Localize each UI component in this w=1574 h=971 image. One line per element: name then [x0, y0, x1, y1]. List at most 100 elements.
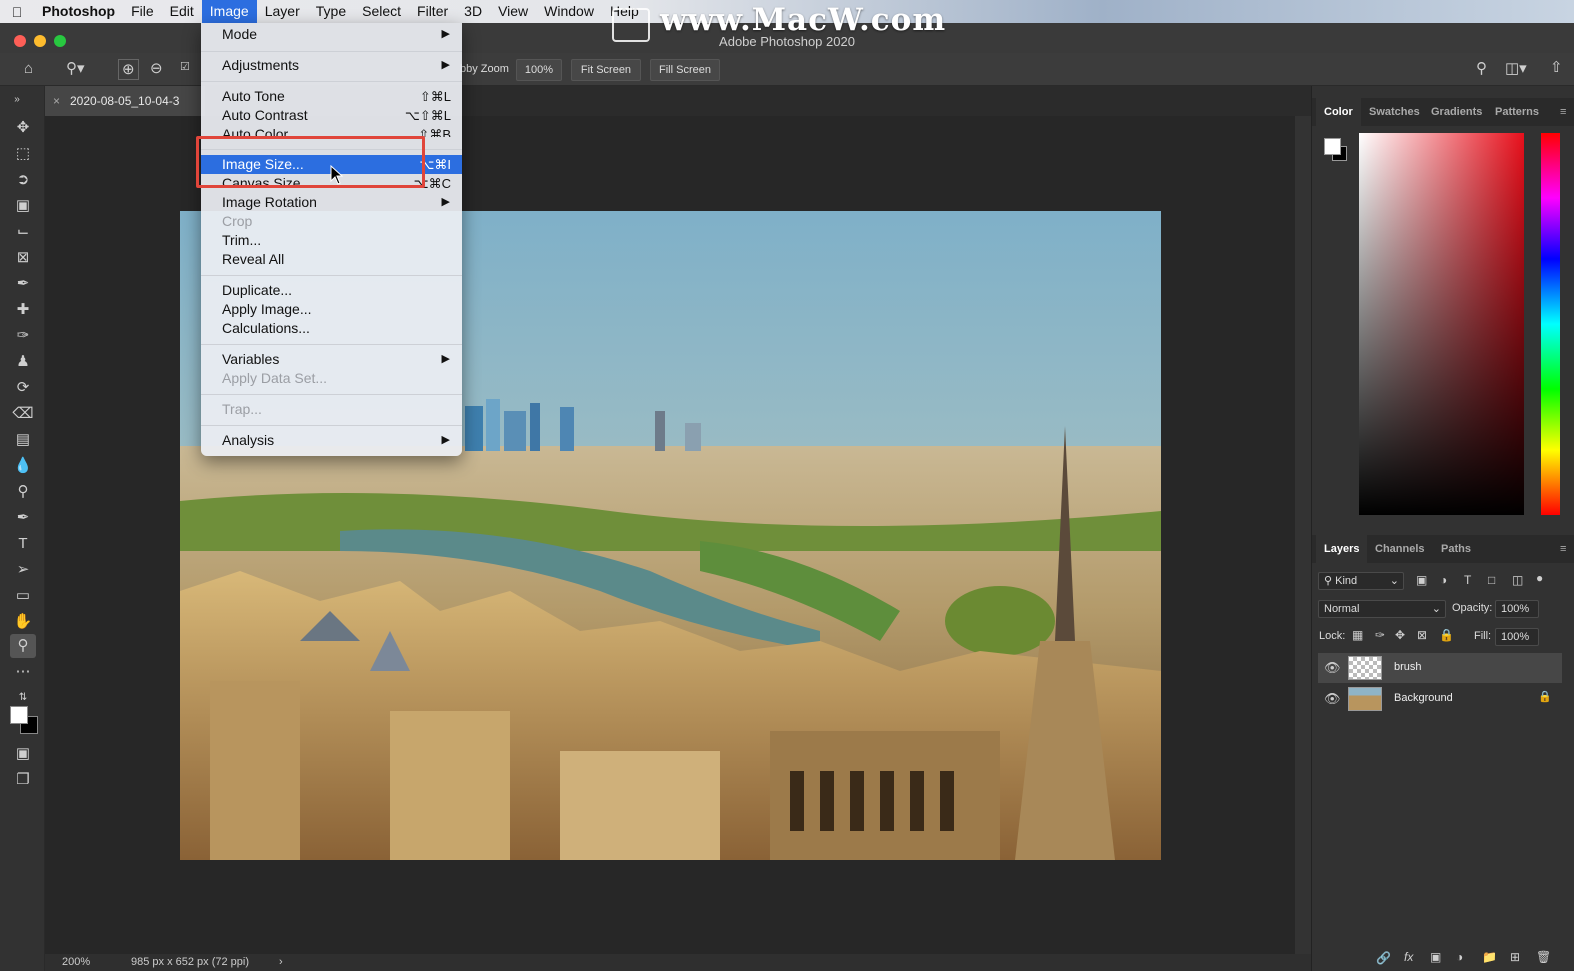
path-selection-tool-icon[interactable]: ➢ [10, 558, 36, 582]
menu-photoshop[interactable]: Photoshop [34, 0, 123, 23]
menu-file[interactable]: File [123, 0, 162, 23]
apple-icon[interactable]:  [0, 4, 34, 20]
panel-foreground-swatch[interactable] [1324, 138, 1341, 155]
hue-slider[interactable] [1541, 133, 1560, 515]
layers-panel-menu-icon[interactable]: ≡ [1560, 535, 1566, 563]
lock-image-icon[interactable]: ✑ [1375, 629, 1385, 641]
menu-type[interactable]: Type [308, 0, 354, 23]
filter-type-icon[interactable]: T [1464, 574, 1471, 586]
zoom-tool-preset-icon[interactable]: ⚲▾ [66, 61, 85, 76]
tab-gradients[interactable]: Gradients [1431, 98, 1482, 126]
fill-input[interactable]: 100% [1495, 628, 1539, 646]
menu-item-duplicate[interactable]: Duplicate... [201, 281, 462, 300]
rectangle-tool-icon[interactable]: ▭ [10, 584, 36, 608]
menu-item-apply-image[interactable]: Apply Image... [201, 300, 462, 319]
brush-tool-icon[interactable]: ✑ [10, 324, 36, 348]
tab-layers[interactable]: Layers [1316, 535, 1368, 563]
menu-edit[interactable]: Edit [162, 0, 202, 23]
type-tool-icon[interactable]: T [10, 532, 36, 556]
menu-item-auto-tone[interactable]: Auto Tone ⇧⌘L [201, 87, 462, 106]
eyedropper-tool-icon[interactable]: ✒ [10, 272, 36, 296]
healing-brush-tool-icon[interactable]: ✚ [10, 298, 36, 322]
blur-tool-icon[interactable]: 💧 [10, 454, 36, 478]
tab-patterns[interactable]: Patterns [1495, 98, 1539, 126]
zoom-tool-icon[interactable]: ⚲ [10, 634, 36, 658]
tab-color[interactable]: Color [1316, 98, 1361, 126]
menu-item-auto-contrast[interactable]: Auto Contrast ⌥⇧⌘L [201, 106, 462, 125]
close-tab-icon[interactable]: × [53, 86, 60, 116]
dodge-tool-icon[interactable]: ⚲ [10, 480, 36, 504]
hand-tool-icon[interactable]: ✋ [10, 610, 36, 634]
tab-channels[interactable]: Channels [1375, 535, 1425, 563]
frame-tool-icon[interactable]: ⊠ [10, 246, 36, 270]
pen-tool-icon[interactable]: ✒ [10, 506, 36, 530]
scrubby-zoom-label[interactable]: bby Zoom [460, 63, 509, 75]
color-field[interactable] [1359, 133, 1524, 515]
menu-layer[interactable]: Layer [257, 0, 308, 23]
visibility-eye-icon[interactable]: 👁 [1324, 691, 1341, 707]
filter-toggle-icon[interactable]: ● [1536, 572, 1543, 584]
quick-mask-icon[interactable]: ▣ [10, 742, 36, 766]
lock-position-icon[interactable]: ✥ [1395, 629, 1405, 641]
adjustment-layer-icon[interactable]: ◑ [1456, 951, 1463, 963]
menu-item-image-rotation[interactable]: Image Rotation ▶ [201, 193, 462, 212]
search-icon[interactable]: ⚲ [1476, 61, 1487, 76]
delete-layer-icon[interactable]: 🗑 [1536, 951, 1551, 963]
menu-item-calculations[interactable]: Calculations... [201, 319, 462, 338]
layer-filter-kind[interactable]: ⚲ Kind ⌄ [1318, 572, 1404, 590]
filter-pixel-icon[interactable]: ▣ [1416, 574, 1427, 586]
document-tab[interactable]: × 2020-08-05_10-04-3 [45, 86, 205, 116]
menu-view[interactable]: View [490, 0, 536, 23]
menu-item-mode[interactable]: Mode ▶ [201, 25, 462, 44]
menu-item-reveal-all[interactable]: Reveal All [201, 250, 462, 269]
tab-swatches[interactable]: Swatches [1369, 98, 1420, 126]
zoom-out-icon[interactable]: ⊖ [150, 61, 163, 76]
layer-background[interactable]: 👁 Background 🔒 [1318, 684, 1562, 714]
lock-transparent-icon[interactable]: ▦ [1352, 629, 1363, 641]
foreground-color-swatch[interactable] [10, 706, 28, 724]
menu-window[interactable]: Window [536, 0, 602, 23]
zoom-100-button[interactable]: 100% [516, 59, 562, 81]
gradient-tool-icon[interactable]: ▤ [10, 428, 36, 452]
object-selection-tool-icon[interactable]: ▣ [10, 194, 36, 218]
history-brush-tool-icon[interactable]: ⟳ [10, 376, 36, 400]
lasso-tool-icon[interactable]: ➲ [10, 168, 36, 192]
menu-item-variables[interactable]: Variables ▶ [201, 350, 462, 369]
menu-image[interactable]: Image [201, 0, 257, 23]
share-icon[interactable]: ⇧ [1550, 60, 1563, 75]
filter-adjustment-icon[interactable]: ◑ [1440, 574, 1447, 586]
canvas-vertical-scrollbar[interactable] [1295, 116, 1311, 954]
new-layer-icon[interactable]: ⊞ [1510, 951, 1520, 963]
lock-all-icon[interactable]: 🔒 [1439, 629, 1454, 641]
tab-paths[interactable]: Paths [1441, 535, 1471, 563]
menu-filter[interactable]: Filter [409, 0, 456, 23]
menu-select[interactable]: Select [354, 0, 409, 23]
screen-mode-icon[interactable]: ❐ [10, 768, 36, 792]
lock-artboard-icon[interactable]: ⊠ [1417, 629, 1427, 641]
menu-3d[interactable]: 3D [456, 0, 490, 23]
collapse-tools-icon[interactable]: » [4, 88, 30, 112]
status-info-chevron-icon[interactable]: › [279, 956, 283, 968]
more-tools-icon[interactable]: ⋯ [10, 660, 36, 684]
layer-style-icon[interactable]: fx [1404, 951, 1413, 963]
menu-item-trim[interactable]: Trim... [201, 231, 462, 250]
filter-shape-icon[interactable]: □ [1488, 574, 1495, 586]
color-panel-menu-icon[interactable]: ≡ [1560, 98, 1566, 126]
layer-brush[interactable]: 👁 brush [1318, 653, 1562, 683]
add-mask-icon[interactable]: ▣ [1430, 951, 1441, 963]
menu-item-adjustments[interactable]: Adjustments ▶ [201, 56, 462, 75]
status-zoom[interactable]: 200% [62, 956, 90, 968]
new-group-icon[interactable]: 📁 [1482, 951, 1497, 963]
home-icon[interactable]: ⌂ [24, 61, 33, 76]
fill-screen-button[interactable]: Fill Screen [650, 59, 720, 81]
crop-tool-icon[interactable]: ⌙ [10, 220, 36, 244]
filter-smart-object-icon[interactable]: ◫ [1512, 574, 1523, 586]
resize-windows-checkbox[interactable]: ☑ [180, 62, 190, 73]
link-layers-icon[interactable]: 🔗 [1376, 952, 1391, 964]
move-tool-icon[interactable]: ✥ [10, 116, 36, 140]
zoom-in-icon[interactable]: ⊕ [118, 59, 139, 80]
blend-mode-select[interactable]: Normal ⌄ [1318, 600, 1446, 618]
opacity-input[interactable]: 100% [1495, 600, 1539, 618]
visibility-eye-icon[interactable]: 👁 [1324, 660, 1341, 676]
workspace-icon[interactable]: ◫▾ [1505, 61, 1527, 76]
